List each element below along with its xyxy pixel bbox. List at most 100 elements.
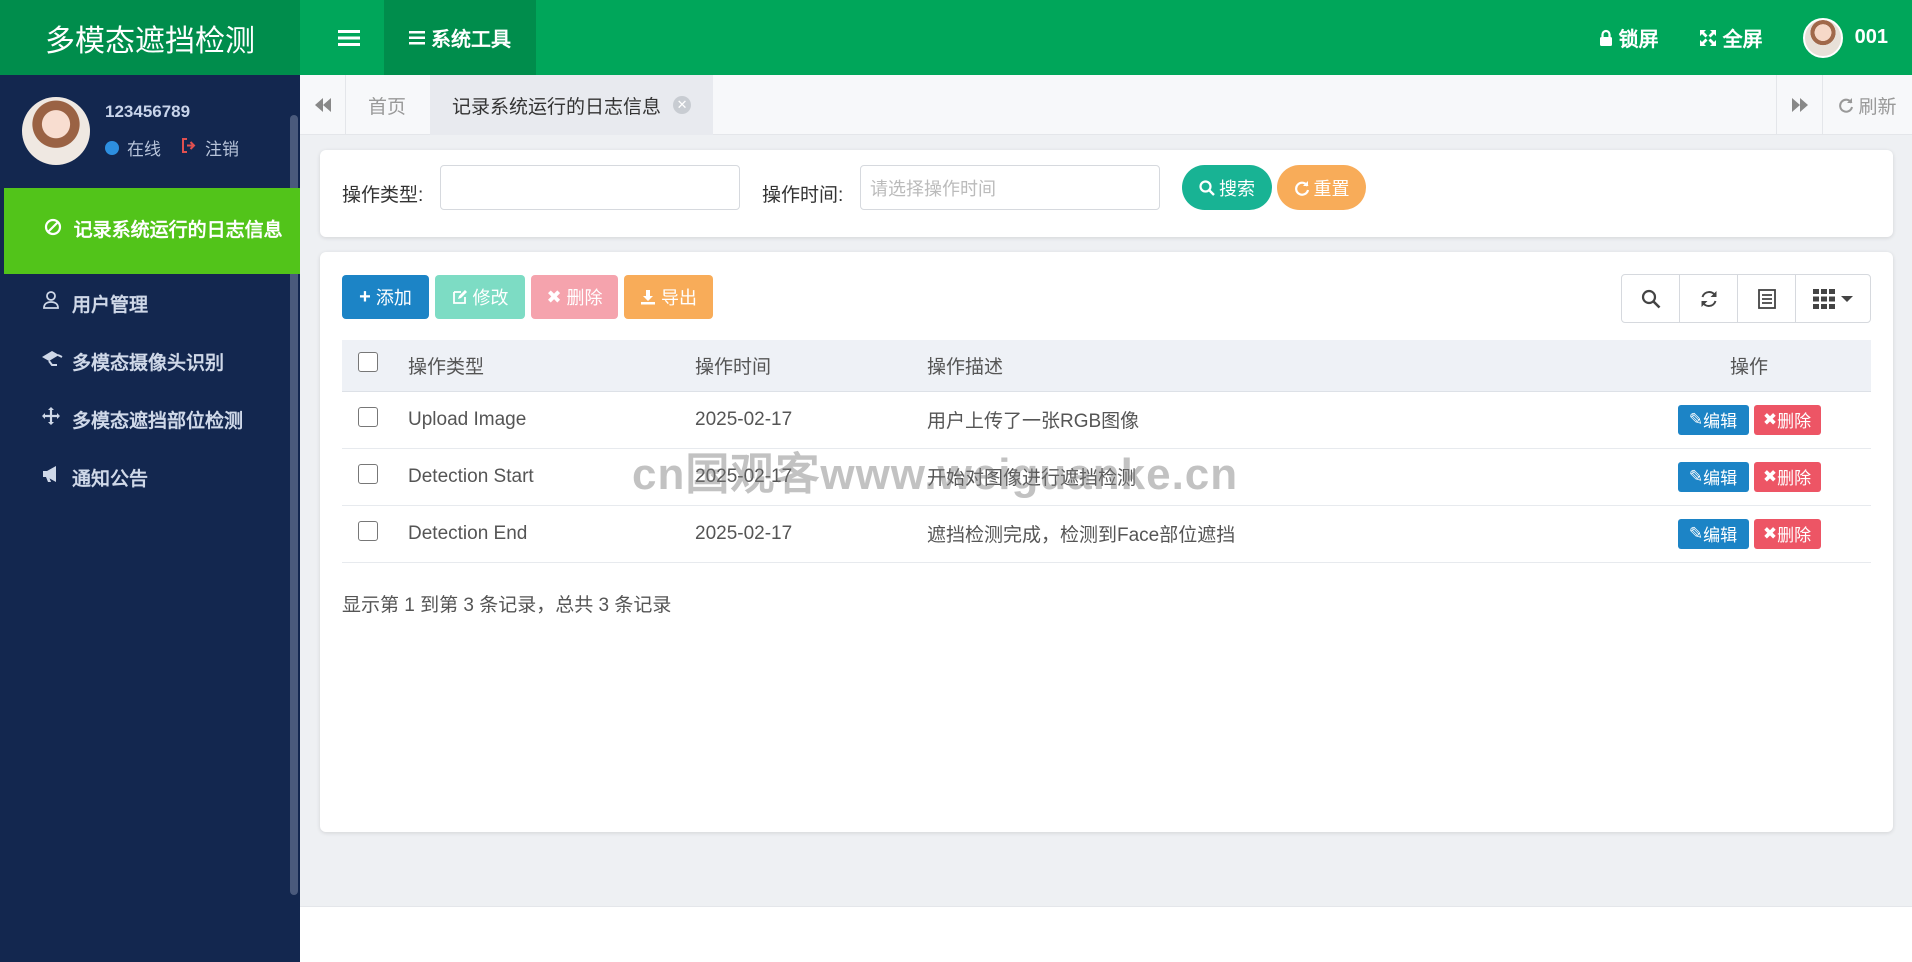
expand-icon	[1699, 29, 1716, 46]
toggle-view-button[interactable]	[1738, 275, 1796, 322]
sidebar-item-camera-recognition[interactable]: 多模态摄像头识别	[0, 332, 300, 390]
edit-icon: ✎	[1688, 466, 1704, 486]
row-edit-button[interactable]: ✎ 编辑	[1677, 518, 1749, 549]
sidebar-username: 123456789	[105, 102, 191, 121]
ban-icon	[42, 218, 64, 244]
row-delete-button[interactable]: ✖ 删除	[1753, 461, 1821, 492]
cell-op-time: 2025-02-17	[695, 505, 927, 563]
caret-down-icon	[1841, 295, 1853, 302]
lock-icon	[1599, 29, 1612, 46]
row-delete-label: 删除	[1777, 412, 1812, 431]
cell-op-desc: 遮挡检测完成，检测到Face部位遮挡	[927, 505, 1627, 563]
avatar	[1802, 17, 1843, 58]
edit-icon: ✎	[1688, 409, 1704, 429]
cell-op-type: Detection End	[408, 505, 695, 563]
refresh-icon	[1839, 98, 1854, 113]
table-header-row: 操作类型 操作时间 操作描述 操作	[342, 340, 1871, 392]
log-table: 操作类型 操作时间 操作描述 操作 Upload Image 2025-02-1…	[342, 340, 1871, 563]
list-alt-icon	[1757, 288, 1776, 309]
cell-op-time: 2025-02-17	[695, 448, 927, 506]
edit-button[interactable]: 修改	[435, 275, 525, 319]
delete-button[interactable]: ✖ 删除	[531, 275, 618, 319]
system-tools-menu[interactable]: 系统工具	[384, 0, 536, 75]
op-type-label: 操作类型:	[342, 185, 424, 206]
logout-icon[interactable]	[181, 137, 197, 158]
fullscreen-label: 全屏	[1722, 29, 1763, 51]
table-row[interactable]: Detection Start 2025-02-17 开始对图像进行遮挡检测 ✎…	[342, 448, 1871, 506]
bars-icon	[338, 29, 360, 46]
user-menu[interactable]: 001	[1802, 17, 1888, 58]
online-status-icon	[105, 140, 119, 155]
refresh-label: 刷新	[1858, 96, 1897, 118]
logout-link[interactable]: 注销	[205, 135, 239, 160]
row-delete-label: 删除	[1777, 469, 1812, 488]
refresh-icon	[1701, 290, 1716, 307]
camera-icon	[40, 349, 63, 373]
online-status-label: 在线	[127, 140, 161, 159]
sidebar-item-notice[interactable]: 通知公告	[0, 448, 300, 506]
refresh-table-button[interactable]	[1680, 275, 1738, 322]
row-delete-button[interactable]: ✖ 删除	[1753, 518, 1821, 549]
user-avatar	[22, 97, 90, 165]
toggle-search-button[interactable]	[1622, 275, 1680, 322]
footer	[300, 906, 1912, 962]
reset-button-label: 重置	[1313, 178, 1350, 199]
op-time-input[interactable]: 请选择操作时间	[860, 165, 1160, 210]
fullscreen-button[interactable]: 全屏	[1699, 23, 1763, 52]
add-button-label: 添加	[375, 288, 412, 308]
arrows-icon	[40, 407, 62, 431]
search-icon	[1641, 289, 1660, 308]
row-delete-button[interactable]: ✖ 删除	[1753, 404, 1821, 435]
table-row[interactable]: Upload Image 2025-02-17 用户上传了一张RGB图像 ✎ 编辑…	[342, 391, 1871, 449]
table-row[interactable]: Detection End 2025-02-17 遮挡检测完成，检测到Face部…	[342, 505, 1871, 563]
op-type-input[interactable]	[440, 165, 740, 210]
search-button[interactable]: 搜索	[1182, 165, 1272, 210]
user-panel: 123456789 在线 注销	[0, 75, 290, 187]
close-icon[interactable]: ✕	[673, 96, 692, 114]
add-button[interactable]: + 添加	[342, 275, 429, 319]
cell-op-type: Detection Start	[408, 448, 695, 506]
tab-home[interactable]: 首页	[346, 75, 428, 135]
refresh-tab-button[interactable]: 刷新	[1822, 75, 1912, 135]
export-button[interactable]: 导出	[624, 275, 713, 319]
times-icon: ✖	[1762, 409, 1778, 429]
header-op-time[interactable]: 操作时间	[695, 340, 927, 392]
top-header: 多模态遮挡检测 系统工具 锁屏 全屏 001	[0, 0, 1912, 75]
sidebar-item-user-management[interactable]: 用户管理	[0, 274, 300, 332]
refresh-icon	[1294, 180, 1309, 196]
forward-icon	[1791, 98, 1808, 112]
sidebar-item-system-log[interactable]: 记录系统运行的日志信息	[4, 188, 300, 274]
row-checkbox[interactable]	[358, 463, 378, 484]
select-all-checkbox[interactable]	[358, 352, 378, 373]
search-icon	[1199, 179, 1215, 196]
header-op-type[interactable]: 操作类型	[408, 340, 695, 392]
log-table-panel: + 添加 修改 ✖ 删除 导出 操作类型 操作时间 操作描述 操作 Upload…	[320, 252, 1893, 832]
download-icon	[641, 290, 655, 305]
tab-scroll-right-button[interactable]	[1776, 75, 1822, 135]
menu-toggle-button[interactable]	[318, 0, 380, 75]
sidebar-item-label: 记录系统运行的日志信息	[73, 220, 283, 241]
row-edit-button[interactable]: ✎ 编辑	[1677, 404, 1749, 435]
columns-dropdown-button[interactable]	[1796, 275, 1870, 322]
times-icon: ✖	[1762, 523, 1778, 543]
sidebar-item-occlusion-detection[interactable]: 多模态遮挡部位检测	[0, 390, 300, 448]
app-logo-title[interactable]: 多模态遮挡检测	[0, 0, 300, 75]
times-icon: ✖	[1762, 466, 1778, 486]
lock-screen-button[interactable]: 锁屏	[1599, 23, 1659, 52]
table-tools	[1621, 274, 1871, 323]
cell-op-desc: 开始对图像进行遮挡检测	[927, 448, 1627, 506]
row-edit-button[interactable]: ✎ 编辑	[1677, 461, 1749, 492]
tab-scroll-left-button[interactable]	[300, 75, 346, 135]
header-op-desc[interactable]: 操作描述	[927, 340, 1627, 392]
cell-op-desc: 用户上传了一张RGB图像	[927, 391, 1627, 449]
plus-icon: +	[359, 285, 371, 308]
lock-screen-label: 锁屏	[1618, 29, 1659, 51]
row-checkbox[interactable]	[358, 406, 378, 427]
header-op-actions: 操作	[1627, 340, 1871, 392]
tab-system-log[interactable]: 记录系统运行的日志信息 ✕	[430, 75, 714, 135]
list-icon	[409, 30, 425, 44]
row-edit-label: 编辑	[1703, 469, 1738, 488]
sidebar: 123456789 在线 注销 记录系统运行的日志信息 用户管理 多模态摄像头识…	[0, 75, 300, 962]
reset-button[interactable]: 重置	[1277, 165, 1366, 210]
row-checkbox[interactable]	[358, 520, 378, 541]
